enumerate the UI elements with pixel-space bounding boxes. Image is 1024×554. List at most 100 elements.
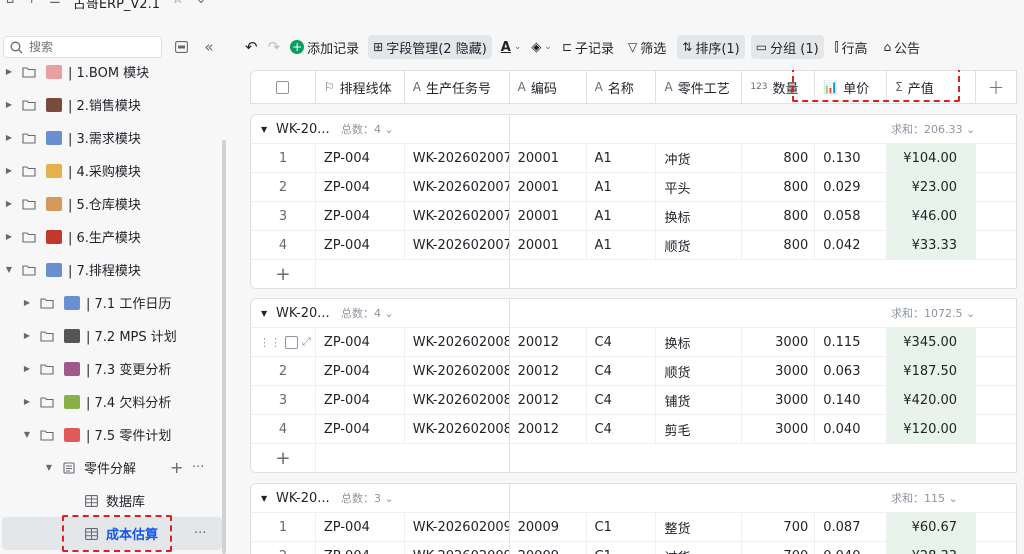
group-header[interactable]: ▼ WK-20... 总数：3 ⌄ 求和：115 ⌄	[251, 484, 1016, 513]
table-row[interactable]: 2 ZP-004 WK-202602008 20012 C4 顺货 3000 0.063 ¥18…	[251, 357, 1016, 386]
add-icon[interactable]: +	[26, 0, 37, 7]
caret-down-icon[interactable]: ▼	[261, 494, 267, 503]
table-cell[interactable]: 20001	[510, 231, 587, 259]
column-header[interactable]: +	[976, 71, 1016, 103]
table-cell[interactable]: 3	[251, 202, 316, 230]
caret-down-icon[interactable]: ▼	[261, 125, 267, 134]
table-cell[interactable]: 3000	[742, 328, 816, 356]
table-cell[interactable]: 换标	[656, 328, 743, 356]
undo-button[interactable]: ↶	[240, 35, 263, 59]
sidebar-item[interactable]: ▶ | 7.4 欠料分析	[0, 385, 220, 418]
table-row[interactable]: 1 ZP-004 WK-202602007 20001 A1 冲货 800 0.130 ¥104…	[251, 144, 1016, 173]
caret-right-icon[interactable]: ▶	[4, 100, 14, 109]
table-cell[interactable]: ZP-004	[316, 173, 405, 201]
table-cell[interactable]: 0.029	[815, 173, 888, 201]
caret-right-icon[interactable]: ▶	[22, 397, 32, 406]
table-cell[interactable]: 700	[742, 513, 816, 541]
sidebar-item[interactable]: ▶ | 5.仓库模块	[0, 187, 220, 220]
table-cell[interactable]: ZP-004	[316, 513, 405, 541]
table-cell[interactable]: 3	[251, 386, 316, 414]
row-height-button[interactable]: ⫿ 行高	[830, 35, 873, 59]
table-cell[interactable]: A1	[587, 144, 657, 172]
add-column-icon[interactable]: +	[988, 75, 1005, 99]
caret-right-icon[interactable]: ▶	[22, 364, 32, 373]
home-icon[interactable]: ⌂	[6, 0, 14, 7]
table-cell[interactable]: ¥120.00	[887, 415, 977, 443]
table-cell[interactable]: 平头	[656, 173, 743, 201]
table-cell[interactable]: 3000	[742, 415, 816, 443]
caret-down-icon[interactable]: ▼	[22, 430, 32, 439]
caret-right-icon[interactable]: ▶	[4, 67, 14, 76]
layout-icon[interactable]	[172, 38, 190, 56]
table-cell[interactable]: C1	[587, 513, 657, 541]
table-cell[interactable]: C4	[587, 357, 657, 385]
select-all-checkbox[interactable]	[276, 80, 290, 94]
sidebar-item-parts-breakdown[interactable]: ▼ 零件分解 + ···	[0, 451, 220, 484]
table-cell[interactable]: 0.040	[815, 415, 888, 443]
table-cell[interactable]: 1	[251, 513, 316, 541]
table-cell[interactable]: 冲货	[656, 144, 743, 172]
table-cell[interactable]: WK-202602008	[405, 386, 510, 414]
table-cell[interactable]: 700	[742, 542, 816, 554]
table-cell[interactable]: 20012	[510, 328, 587, 356]
table-cell[interactable]: 过货	[656, 542, 743, 554]
sidebar-item-cost-estimate[interactable]: 成本估算 ···	[2, 517, 222, 550]
table-cell[interactable]: C4	[587, 328, 657, 356]
table-cell[interactable]: 3000	[742, 357, 816, 385]
row-drag-handle[interactable]: ⋮⋮ ⤢	[251, 328, 316, 356]
table-cell[interactable]: ZP-004	[316, 415, 405, 443]
table-cell[interactable]: 0.087	[815, 513, 888, 541]
table-cell[interactable]: 剪毛	[656, 415, 743, 443]
table-cell[interactable]: ¥104.00	[887, 144, 977, 172]
table-cell[interactable]: 2	[251, 542, 316, 554]
more-icon[interactable]: ···	[192, 460, 204, 475]
table-cell[interactable]: A1	[587, 173, 657, 201]
table-cell[interactable]: 0.130	[815, 144, 888, 172]
table-cell[interactable]: ZP-004	[316, 328, 405, 356]
table-cell[interactable]: ZP-004	[316, 202, 405, 230]
caret-right-icon[interactable]: ▶	[22, 298, 32, 307]
fill-color-button[interactable]: ◈ ⌄	[526, 35, 557, 59]
sidebar-item[interactable]: ▶ | 6.生产模块	[0, 220, 220, 253]
table-cell[interactable]: 2	[251, 173, 316, 201]
sub-record-button[interactable]: ⊏ 子记录	[557, 35, 619, 59]
table-cell[interactable]: WK-202602007	[405, 231, 510, 259]
table-cell[interactable]: WK-202602008	[405, 415, 510, 443]
table-row[interactable]: 2 ZP-004 WK-202602007 20001 A1 平头 800 0.029 ¥23.…	[251, 173, 1016, 202]
group-sum[interactable]: 求和：206.33 ⌄	[891, 121, 975, 137]
table-cell[interactable]: ¥33.33	[887, 231, 977, 259]
search-input[interactable]	[29, 40, 139, 54]
sort-button[interactable]: ⇅ 排序(1)	[677, 35, 745, 59]
table-cell[interactable]: C4	[587, 386, 657, 414]
expand-icon[interactable]: ⤢	[302, 335, 311, 349]
table-row[interactable]: 1 ZP-004 WK-202602009 20009 C1 整货 700 0.087 ¥60.…	[251, 513, 1016, 542]
table-cell[interactable]: 800	[742, 144, 816, 172]
column-header[interactable]: A 编码	[510, 71, 587, 103]
table-cell[interactable]: ZP-004	[316, 231, 405, 259]
table-cell[interactable]: ¥187.50	[887, 357, 977, 385]
table-cell[interactable]: ZP-004	[316, 386, 405, 414]
group-sum[interactable]: 求和：115 ⌄	[891, 490, 958, 506]
table-cell[interactable]: 20009	[510, 542, 587, 554]
star-icon[interactable]: ☆	[172, 0, 184, 7]
field-manage-button[interactable]: ⊞ 字段管理(2 隐藏)	[368, 35, 492, 59]
group-count[interactable]: 总数：4 ⌄	[341, 305, 394, 321]
sidebar-item[interactable]: ▼ | 7.排程模块	[0, 253, 220, 286]
table-row[interactable]: 4 ZP-004 WK-202602008 20012 C4 剪毛 3000 0.040 ¥12…	[251, 415, 1016, 444]
table-cell[interactable]: WK-202602009	[405, 513, 510, 541]
table-cell[interactable]: 2	[251, 357, 316, 385]
add-icon[interactable]: +	[170, 458, 183, 477]
table-cell[interactable]: WK-202602009	[405, 542, 510, 554]
column-header[interactable]: 📊 单价	[815, 71, 888, 103]
table-cell[interactable]: 800	[742, 202, 816, 230]
table-cell[interactable]: ¥60.67	[887, 513, 977, 541]
table-cell[interactable]: ¥23.00	[887, 173, 977, 201]
add-record-button[interactable]: + 添加记录	[285, 35, 364, 59]
table-cell[interactable]: 0.058	[815, 202, 888, 230]
group-count[interactable]: 总数：4 ⌄	[341, 121, 394, 137]
table-cell[interactable]: 20012	[510, 357, 587, 385]
group-header[interactable]: ▼ WK-20... 总数：4 ⌄ 求和：1072.5 ⌄	[251, 299, 1016, 328]
caret-right-icon[interactable]: ▶	[4, 199, 14, 208]
group-button[interactable]: ▭ 分组 (1)	[750, 35, 824, 59]
sidebar-item[interactable]: ▶ | 3.需求模块	[0, 121, 220, 154]
